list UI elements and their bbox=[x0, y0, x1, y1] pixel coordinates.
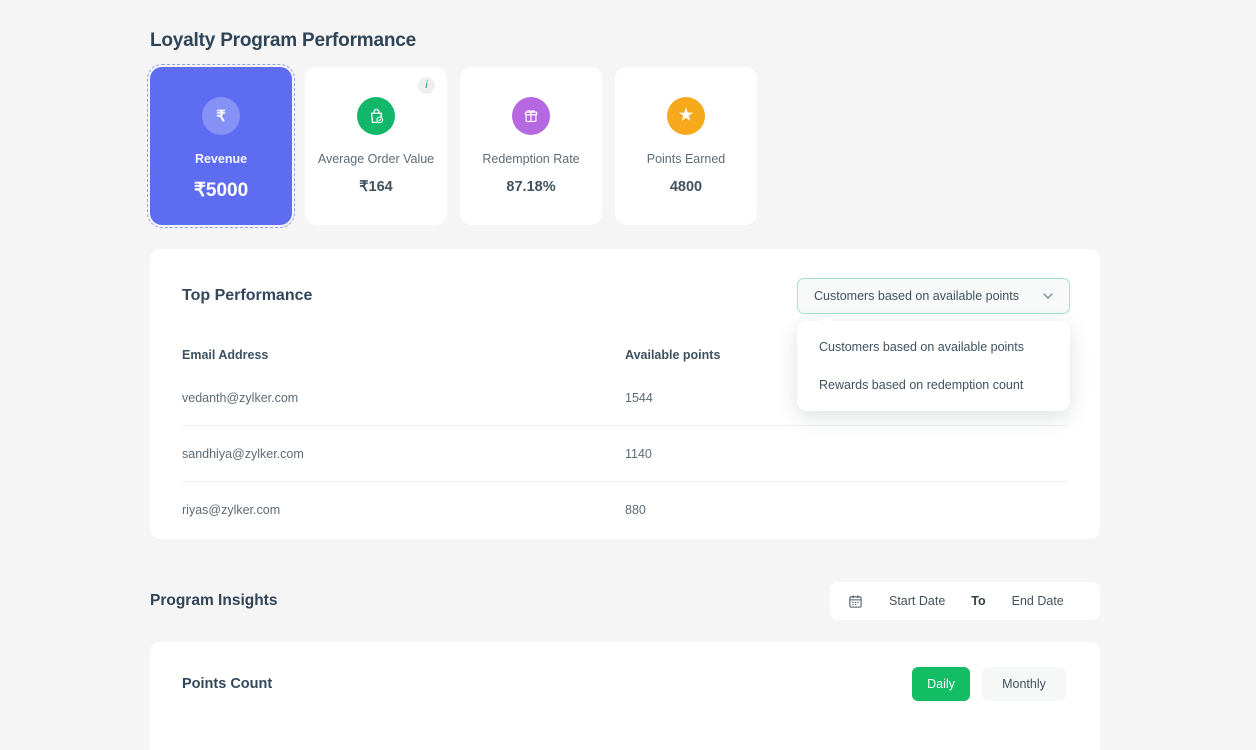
dropdown-selected-label: Customers based on available points bbox=[814, 289, 1019, 303]
stat-value: ₹5000 bbox=[193, 180, 249, 201]
redeem-gift-icon bbox=[512, 97, 550, 135]
table-row: sandhiya@zylker.com 1140 bbox=[182, 426, 1068, 482]
points-count-header: Points Count Daily Monthly bbox=[182, 667, 1066, 701]
top-performance-card: Top Performance Customers based on avail… bbox=[150, 249, 1100, 539]
stat-value: ₹164 bbox=[359, 179, 393, 195]
stat-label: Average Order Value bbox=[317, 152, 435, 166]
daily-toggle-button[interactable]: Daily bbox=[912, 667, 970, 701]
stat-value: 87.18% bbox=[506, 179, 556, 195]
section-title-points-count: Points Count bbox=[182, 676, 273, 692]
cell-email: riyas@zylker.com bbox=[182, 503, 281, 517]
stat-label: Revenue bbox=[194, 152, 248, 166]
section-title-program-insights: Program Insights bbox=[150, 592, 278, 609]
rupee-glyph: ₹ bbox=[216, 107, 226, 125]
stats-row: ₹ Revenue ₹5000 i Average Order Value ₹1… bbox=[147, 64, 1100, 228]
top-performance-header: Top Performance Customers based on avail… bbox=[150, 249, 1100, 314]
stat-label: Redemption Rate bbox=[482, 152, 580, 166]
start-date-field[interactable]: Start Date bbox=[889, 594, 945, 608]
stat-card-average-order-value[interactable]: i Average Order Value ₹164 bbox=[305, 67, 447, 225]
dropdown-options-panel: Customers based on available points Rewa… bbox=[797, 321, 1070, 411]
calendar-icon bbox=[849, 595, 862, 608]
interval-toggle-group: Daily Monthly bbox=[912, 667, 1066, 701]
dropdown-option-customers[interactable]: Customers based on available points bbox=[797, 328, 1070, 366]
info-icon[interactable]: i bbox=[418, 77, 435, 94]
shopping-bag-icon bbox=[357, 97, 395, 135]
main-content: Loyalty Program Performance ₹ Revenue ₹5… bbox=[147, 0, 1100, 750]
stat-value: 4800 bbox=[669, 179, 703, 195]
stat-card-revenue[interactable]: ₹ Revenue ₹5000 bbox=[147, 64, 295, 228]
cell-email: sandhiya@zylker.com bbox=[182, 446, 304, 461]
stat-card-redemption-rate[interactable]: Redemption Rate 87.18% bbox=[460, 67, 602, 225]
date-range-to-label: To bbox=[971, 594, 986, 608]
stat-label: Points Earned bbox=[646, 152, 726, 166]
cell-email: vedanth@zylker.com bbox=[182, 390, 299, 405]
star-icon: ★ bbox=[667, 97, 705, 135]
end-date-field[interactable]: End Date bbox=[1012, 594, 1064, 608]
star-glyph: ★ bbox=[678, 107, 694, 124]
section-title-top-performance: Top Performance bbox=[182, 287, 313, 304]
page-title: Loyalty Program Performance bbox=[150, 30, 416, 51]
stat-card-points-earned[interactable]: ★ Points Earned 4800 bbox=[615, 67, 757, 225]
cell-points: 880 bbox=[625, 503, 646, 517]
table-row: riyas@zylker.com 880 bbox=[182, 482, 1068, 538]
rupee-coin-icon: ₹ bbox=[202, 97, 240, 135]
dropdown-option-rewards[interactable]: Rewards based on redemption count bbox=[797, 366, 1070, 404]
column-header-email: Email Address bbox=[182, 348, 269, 362]
points-count-card: Points Count Daily Monthly bbox=[150, 642, 1100, 750]
cell-points: 1140 bbox=[625, 446, 652, 461]
monthly-toggle-button[interactable]: Monthly bbox=[982, 667, 1066, 701]
chevron-down-icon bbox=[1043, 292, 1053, 299]
date-range-picker[interactable]: Start Date To End Date bbox=[830, 582, 1100, 620]
program-insights-header: Program Insights Start Date To End Date bbox=[150, 582, 1100, 620]
performance-filter-dropdown[interactable]: Customers based on available points bbox=[797, 278, 1070, 314]
